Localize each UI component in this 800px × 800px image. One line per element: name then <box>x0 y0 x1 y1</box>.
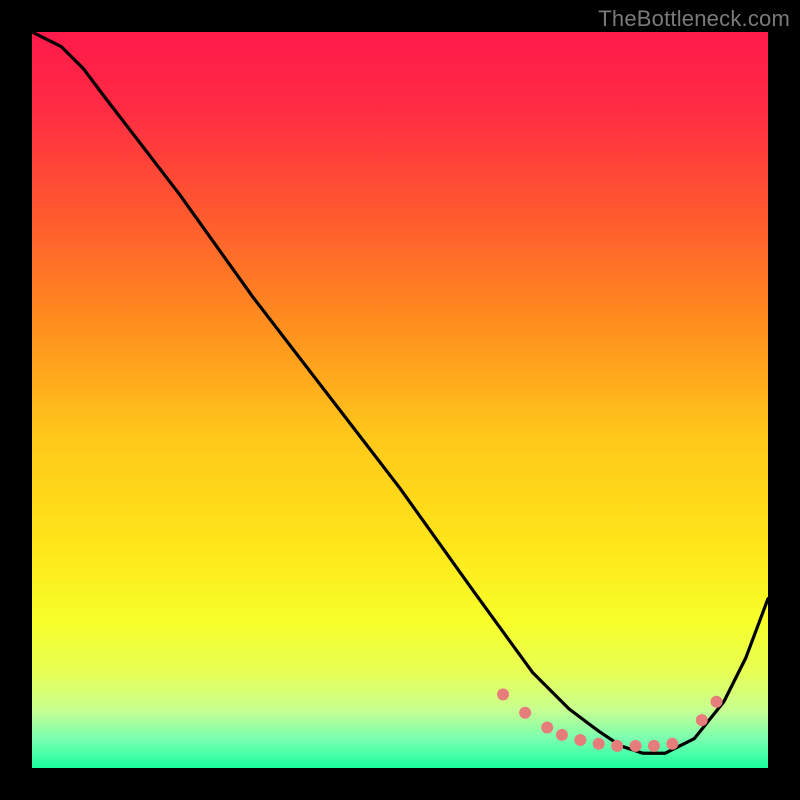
marker-dot <box>611 740 623 752</box>
gradient-background <box>32 32 768 768</box>
marker-dot <box>519 707 531 719</box>
marker-dot <box>630 740 642 752</box>
chart-plot <box>32 32 768 768</box>
marker-dot <box>666 738 678 750</box>
marker-dot <box>574 734 586 746</box>
marker-dot <box>497 688 509 700</box>
chart-stage: TheBottleneck.com <box>0 0 800 800</box>
marker-dot <box>556 729 568 741</box>
marker-dot <box>696 714 708 726</box>
marker-dot <box>541 722 553 734</box>
marker-dot <box>593 738 605 750</box>
marker-dot <box>710 696 722 708</box>
marker-dot <box>648 740 660 752</box>
watermark-text: TheBottleneck.com <box>598 6 790 32</box>
chart-svg <box>32 32 768 768</box>
